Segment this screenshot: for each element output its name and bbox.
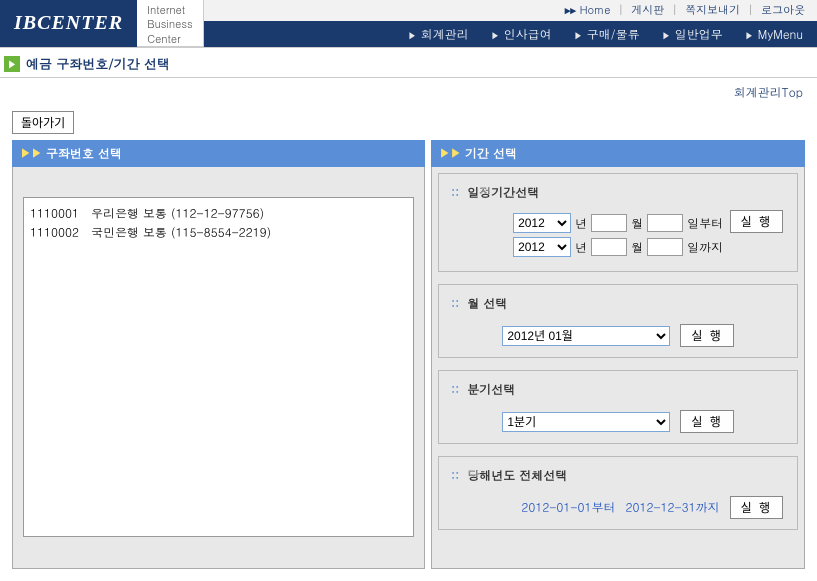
label-day-to: 일까지	[687, 239, 723, 256]
section-title-label: 일정기간선택	[467, 184, 539, 201]
exec-button-period[interactable]: 실 행	[730, 210, 783, 233]
panel-header-account: ▶▶ 구좌번호 선택	[12, 140, 425, 167]
quarter-select[interactable]: 1분기	[502, 412, 670, 432]
section-title-label: 분기선택	[467, 381, 515, 398]
year-to-select[interactable]: 2012	[513, 237, 571, 257]
header-right: ▸▸ Home | 게시판 | 쪽지보내기 | 로그아웃 회계관리 인사급여 구…	[204, 0, 817, 47]
section-quarter: :: 분기선택 1분기 실 행	[438, 370, 798, 444]
section-custom-period: :: 일정기간선택 2012 년 월 일부터 2012	[438, 173, 798, 272]
panel-header-label: 구좌번호 선택	[46, 145, 122, 162]
nav-accounting[interactable]: 회계관리	[408, 26, 469, 43]
dots-icon: ::	[451, 467, 459, 484]
list-item[interactable]: 1110001 우리은행 보통 (112-12-97756)	[30, 204, 407, 223]
label-day-from: 일부터	[687, 215, 723, 232]
link-logout[interactable]: 로그아웃	[761, 3, 805, 18]
range-from: 2012-01-01부터	[521, 499, 615, 516]
range-to: 2012-12-31까지	[625, 499, 719, 516]
link-note[interactable]: 쪽지보내기	[685, 3, 740, 18]
panel-header-icon: ▶▶	[20, 146, 42, 161]
month-select[interactable]: 2012년 01월	[502, 326, 670, 346]
tagline-line: Business	[147, 18, 193, 32]
exec-button-quarter[interactable]: 실 행	[680, 410, 733, 433]
panel-period: ▶▶ 기간 선택 :: 일정기간선택 2012 년 월 일부터	[431, 140, 805, 569]
panel-header-label: 기간 선택	[465, 145, 517, 162]
app-header: IBCENTER Internet Business Center ▸▸ Hom…	[0, 0, 817, 48]
year-from-select[interactable]: 2012	[513, 213, 571, 233]
panel-body-account: 1110001 우리은행 보통 (112-12-97756) 1110002 국…	[12, 167, 425, 569]
dots-icon: ::	[451, 184, 459, 201]
dots-icon: ::	[451, 295, 459, 312]
month-to-input[interactable]	[591, 238, 627, 256]
dots-icon: ::	[451, 381, 459, 398]
section-title: :: 당해년도 전체선택	[451, 467, 785, 484]
account-listbox[interactable]: 1110001 우리은행 보통 (112-12-97756) 1110002 국…	[23, 197, 414, 537]
nav-hr[interactable]: 인사급여	[491, 26, 552, 43]
page-title-row: ▶ 예금 구좌번호/기간 선택	[0, 48, 817, 78]
back-button[interactable]: 돌아가기	[12, 111, 74, 134]
year-range-row: 2012-01-01부터 2012-12-31까지 실 행	[451, 496, 785, 519]
arrow-icon: ▸▸	[565, 3, 576, 18]
exec-button-month[interactable]: 실 행	[680, 324, 733, 347]
exec-button-year[interactable]: 실 행	[730, 496, 783, 519]
list-item[interactable]: 1110002 국민은행 보통 (115-8554-2219)	[30, 223, 407, 242]
page-title-icon: ▶	[4, 56, 20, 72]
nav-mymenu[interactable]: MyMenu	[745, 26, 803, 43]
separator: |	[618, 3, 624, 18]
link-board[interactable]: 게시판	[631, 3, 664, 18]
separator: |	[748, 3, 754, 18]
section-full-year: :: 당해년도 전체선택 2012-01-01부터 2012-12-31까지 실…	[438, 456, 798, 530]
tagline-line: Internet	[147, 4, 193, 18]
panel-body-period: :: 일정기간선택 2012 년 월 일부터 2012	[431, 167, 805, 569]
panel-header-period: ▶▶ 기간 선택	[431, 140, 805, 167]
date-to-row: 2012 년 월 일까지	[451, 237, 785, 257]
link-accounting-top[interactable]: 회계관리Top	[0, 78, 817, 107]
label-month: 월	[631, 215, 643, 232]
panel-header-icon: ▶▶	[439, 146, 461, 161]
section-title-label: 당해년도 전체선택	[467, 467, 567, 484]
nav-purchase[interactable]: 구매/물류	[574, 26, 640, 43]
main-nav: 회계관리 인사급여 구매/물류 일반업무 MyMenu	[204, 21, 817, 47]
top-links: ▸▸ Home | 게시판 | 쪽지보내기 | 로그아웃	[204, 0, 817, 21]
page-title: 예금 구좌번호/기간 선택	[26, 54, 170, 73]
label-year: 년	[575, 239, 587, 256]
day-to-input[interactable]	[647, 238, 683, 256]
main: ▶▶ 구좌번호 선택 1110001 우리은행 보통 (112-12-97756…	[0, 140, 817, 581]
month-from-input[interactable]	[591, 214, 627, 232]
nav-general[interactable]: 일반업무	[662, 26, 723, 43]
logo: IBCENTER	[0, 0, 137, 47]
section-title: :: 일정기간선택	[451, 184, 785, 201]
section-month: :: 월 선택 2012년 01월 실 행	[438, 284, 798, 358]
section-title: :: 분기선택	[451, 381, 785, 398]
label-year: 년	[575, 215, 587, 232]
quarter-row: 1분기 실 행	[451, 410, 785, 433]
day-from-input[interactable]	[647, 214, 683, 232]
link-home[interactable]: Home	[580, 3, 611, 18]
tagline: Internet Business Center	[137, 0, 204, 47]
panel-account: ▶▶ 구좌번호 선택 1110001 우리은행 보통 (112-12-97756…	[12, 140, 425, 569]
section-title-label: 월 선택	[467, 295, 507, 312]
month-row: 2012년 01월 실 행	[451, 324, 785, 347]
section-title: :: 월 선택	[451, 295, 785, 312]
label-month: 월	[631, 239, 643, 256]
separator: |	[672, 3, 678, 18]
tagline-line: Center	[147, 33, 193, 47]
